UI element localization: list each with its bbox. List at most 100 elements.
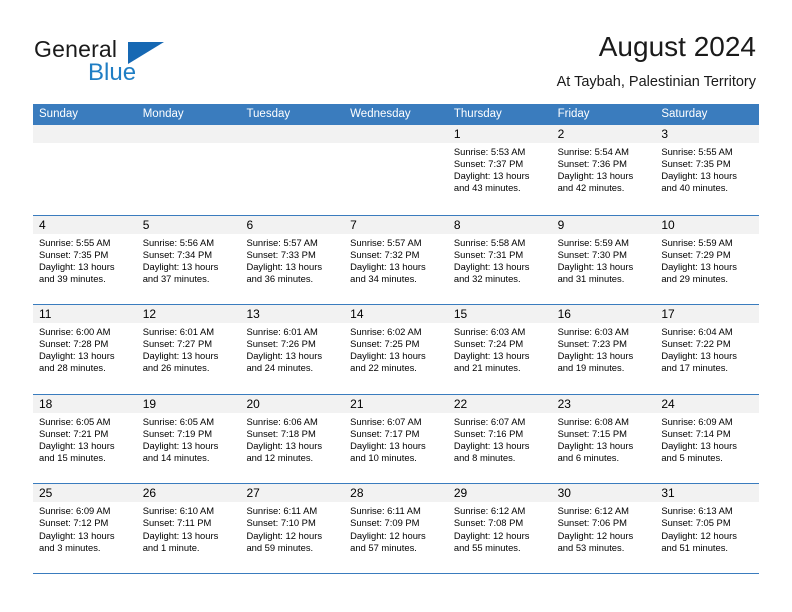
sunrise-text: Sunrise: 6:02 AM bbox=[350, 326, 422, 338]
sunset-text: Sunset: 7:21 PM bbox=[39, 427, 109, 439]
daylight-text-line2: and 36 minutes. bbox=[246, 272, 314, 284]
daylight-text-line2: and 3 minutes. bbox=[39, 541, 101, 553]
day-info: Sunrise: 6:12 AM Sunset: 7:08 PM Dayligh… bbox=[448, 502, 552, 553]
sunrise-text: Sunrise: 5:53 AM bbox=[453, 146, 526, 157]
day-cell[interactable]: 12 Sunrise: 6:01 AM Sunset: 7:27 PM Dayl… bbox=[136, 305, 241, 394]
day-number: 28 bbox=[344, 484, 448, 503]
day-cell[interactable]: 4 Sunrise: 5:55 AM Sunset: 7:35 PM Dayli… bbox=[33, 215, 137, 305]
daylight-text-line2: and 19 minutes. bbox=[557, 362, 625, 374]
day-number bbox=[344, 125, 448, 143]
weekday-thursday: Thursday bbox=[453, 108, 502, 120]
day-cell[interactable]: 24 Sunrise: 6:09 AM Sunset: 7:14 PM Dayl… bbox=[655, 394, 760, 484]
sunset-text: Sunset: 7:14 PM bbox=[661, 427, 731, 439]
day-cell[interactable]: 28 Sunrise: 6:11 AM Sunset: 7:09 PM Dayl… bbox=[344, 484, 448, 573]
sunrise-text: Sunrise: 6:12 AM bbox=[453, 505, 526, 517]
day-cell[interactable]: 3 Sunrise: 5:55 AM Sunset: 7:35 PM Dayli… bbox=[655, 125, 760, 215]
day-cell[interactable]: 26 Sunrise: 6:10 AM Sunset: 7:11 PM Dayl… bbox=[136, 484, 241, 573]
daylight-text-line1: Daylight: 12 hours bbox=[453, 529, 530, 541]
day-cell[interactable]: 30 Sunrise: 6:12 AM Sunset: 7:06 PM Dayl… bbox=[551, 484, 656, 573]
day-cell[interactable]: 6 Sunrise: 5:57 AM Sunset: 7:33 PM Dayli… bbox=[240, 215, 345, 305]
daylight-text-line2: and 31 minutes. bbox=[557, 272, 625, 284]
day-info: Sunrise: 6:04 AM Sunset: 7:22 PM Dayligh… bbox=[655, 323, 759, 374]
day-cell[interactable]: 11 Sunrise: 6:00 AM Sunset: 7:28 PM Dayl… bbox=[33, 305, 137, 394]
day-info: Sunrise: 6:03 AM Sunset: 7:24 PM Dayligh… bbox=[448, 323, 552, 374]
sunrise-text: Sunrise: 6:05 AM bbox=[39, 415, 111, 427]
weekday-header-row: Sunday Monday Tuesday Wednesday Thursday… bbox=[33, 104, 759, 125]
daylight-text-line1: Daylight: 12 hours bbox=[246, 529, 323, 541]
daylight-text-line2: and 28 minutes. bbox=[39, 362, 106, 374]
sunrise-text: Sunrise: 6:04 AM bbox=[661, 326, 733, 338]
sunrise-text: Sunrise: 6:08 AM bbox=[557, 415, 629, 427]
day-number: 27 bbox=[240, 484, 345, 503]
daylight-text-line2: and 51 minutes. bbox=[661, 541, 729, 553]
sunset-text: Sunset: 7:18 PM bbox=[246, 427, 316, 439]
title-block: August 2024 At Taybah, Palestinian Terri… bbox=[557, 30, 756, 92]
day-info: Sunrise: 6:09 AM Sunset: 7:14 PM Dayligh… bbox=[655, 413, 759, 464]
day-cell[interactable]: 20 Sunrise: 6:06 AM Sunset: 7:18 PM Dayl… bbox=[240, 394, 345, 484]
day-info: Sunrise: 6:09 AM Sunset: 7:12 PM Dayligh… bbox=[33, 502, 137, 553]
day-number: 20 bbox=[240, 394, 345, 413]
day-cell[interactable]: 18 Sunrise: 6:05 AM Sunset: 7:21 PM Dayl… bbox=[33, 394, 137, 484]
day-number: 18 bbox=[33, 394, 137, 413]
sunrise-text: Sunrise: 5:59 AM bbox=[557, 236, 629, 248]
day-info: Sunrise: 6:07 AM Sunset: 7:17 PM Dayligh… bbox=[344, 413, 448, 464]
day-cell[interactable]: 9 Sunrise: 5:59 AM Sunset: 7:30 PM Dayli… bbox=[551, 215, 656, 305]
daylight-text-line1: Daylight: 12 hours bbox=[661, 529, 737, 541]
daylight-text-line1: Daylight: 13 hours bbox=[350, 350, 426, 362]
sunset-text: Sunset: 7:11 PM bbox=[142, 517, 212, 529]
day-number: 9 bbox=[551, 215, 656, 234]
day-cell[interactable]: 14 Sunrise: 6:02 AM Sunset: 7:25 PM Dayl… bbox=[344, 305, 448, 394]
daylight-text-line2: and 10 minutes. bbox=[350, 452, 417, 464]
week-row: 18 Sunrise: 6:05 AM Sunset: 7:21 PM Dayl… bbox=[33, 393, 760, 484]
day-number: 26 bbox=[136, 484, 241, 503]
day-cell[interactable]: 13 Sunrise: 6:01 AM Sunset: 7:26 PM Dayl… bbox=[240, 305, 345, 394]
day-cell[interactable]: 1 Sunrise: 5:53 AM Sunset: 7:37 PM Dayli… bbox=[447, 125, 552, 215]
daylight-text-line1: Daylight: 13 hours bbox=[142, 350, 219, 362]
daylight-text-line2: and 15 minutes. bbox=[39, 452, 106, 464]
sunrise-text: Sunrise: 5:57 AM bbox=[350, 236, 422, 248]
weekday-tuesday: Tuesday bbox=[246, 108, 291, 120]
sunset-text: Sunset: 7:31 PM bbox=[453, 248, 524, 260]
daylight-text-line2: and 59 minutes. bbox=[246, 541, 314, 553]
day-cell[interactable]: 31 Sunrise: 6:13 AM Sunset: 7:05 PM Dayl… bbox=[655, 484, 760, 573]
day-cell[interactable]: 25 Sunrise: 6:09 AM Sunset: 7:12 PM Dayl… bbox=[33, 484, 137, 573]
day-cell[interactable]: 22 Sunrise: 6:07 AM Sunset: 7:16 PM Dayl… bbox=[447, 394, 552, 484]
daylight-text-line2: and 55 minutes. bbox=[453, 541, 521, 553]
day-cell[interactable]: 8 Sunrise: 5:58 AM Sunset: 7:31 PM Dayli… bbox=[447, 215, 552, 305]
day-cell[interactable]: 29 Sunrise: 6:12 AM Sunset: 7:08 PM Dayl… bbox=[447, 484, 552, 573]
sunrise-text: Sunrise: 6:11 AM bbox=[350, 505, 421, 517]
day-cell[interactable]: 19 Sunrise: 6:05 AM Sunset: 7:19 PM Dayl… bbox=[136, 394, 241, 484]
daylight-text-line2: and 42 minutes. bbox=[557, 182, 625, 194]
day-cell[interactable]: 21 Sunrise: 6:07 AM Sunset: 7:17 PM Dayl… bbox=[344, 394, 448, 484]
day-cell[interactable]: 17 Sunrise: 6:04 AM Sunset: 7:22 PM Dayl… bbox=[655, 305, 760, 394]
daylight-text-line2: and 34 minutes. bbox=[350, 272, 417, 284]
day-cell[interactable]: 16 Sunrise: 6:03 AM Sunset: 7:23 PM Dayl… bbox=[551, 305, 656, 394]
day-info: Sunrise: 5:53 AM Sunset: 7:37 PM Dayligh… bbox=[448, 143, 552, 194]
day-info: Sunrise: 6:01 AM Sunset: 7:26 PM Dayligh… bbox=[240, 323, 344, 374]
day-info: Sunrise: 5:56 AM Sunset: 7:34 PM Dayligh… bbox=[137, 234, 241, 285]
day-cell bbox=[33, 125, 137, 215]
sunrise-text: Sunrise: 6:01 AM bbox=[246, 326, 318, 338]
day-info: Sunrise: 6:00 AM Sunset: 7:28 PM Dayligh… bbox=[33, 323, 137, 374]
daylight-text-line1: Daylight: 12 hours bbox=[350, 529, 426, 541]
sunset-text: Sunset: 7:32 PM bbox=[350, 248, 420, 260]
daylight-text-line2: and 43 minutes. bbox=[453, 182, 521, 194]
daylight-text-line2: and 22 minutes. bbox=[350, 362, 417, 374]
daylight-text-line1: Daylight: 13 hours bbox=[453, 439, 530, 451]
day-cell[interactable]: 10 Sunrise: 5:59 AM Sunset: 7:29 PM Dayl… bbox=[655, 215, 760, 305]
day-cell[interactable]: 2 Sunrise: 5:54 AM Sunset: 7:36 PM Dayli… bbox=[551, 125, 656, 215]
sunrise-text: Sunrise: 6:03 AM bbox=[557, 326, 629, 338]
day-cell[interactable]: 23 Sunrise: 6:08 AM Sunset: 7:15 PM Dayl… bbox=[551, 394, 656, 484]
day-cell[interactable]: 7 Sunrise: 5:57 AM Sunset: 7:32 PM Dayli… bbox=[344, 215, 448, 305]
day-info: Sunrise: 6:02 AM Sunset: 7:25 PM Dayligh… bbox=[344, 323, 448, 374]
general-blue-logo[interactable]: General Blue bbox=[34, 36, 264, 92]
sunset-text: Sunset: 7:30 PM bbox=[557, 248, 627, 260]
day-cell[interactable]: 15 Sunrise: 6:03 AM Sunset: 7:24 PM Dayl… bbox=[447, 305, 552, 394]
day-number: 5 bbox=[136, 215, 241, 234]
day-cell[interactable]: 27 Sunrise: 6:11 AM Sunset: 7:10 PM Dayl… bbox=[240, 484, 345, 573]
sunset-text: Sunset: 7:29 PM bbox=[661, 248, 731, 260]
sunset-text: Sunset: 7:17 PM bbox=[350, 427, 420, 439]
day-cell[interactable]: 5 Sunrise: 5:56 AM Sunset: 7:34 PM Dayli… bbox=[136, 215, 241, 305]
daylight-text-line2: and 17 minutes. bbox=[661, 362, 729, 374]
day-number: 4 bbox=[33, 215, 137, 234]
